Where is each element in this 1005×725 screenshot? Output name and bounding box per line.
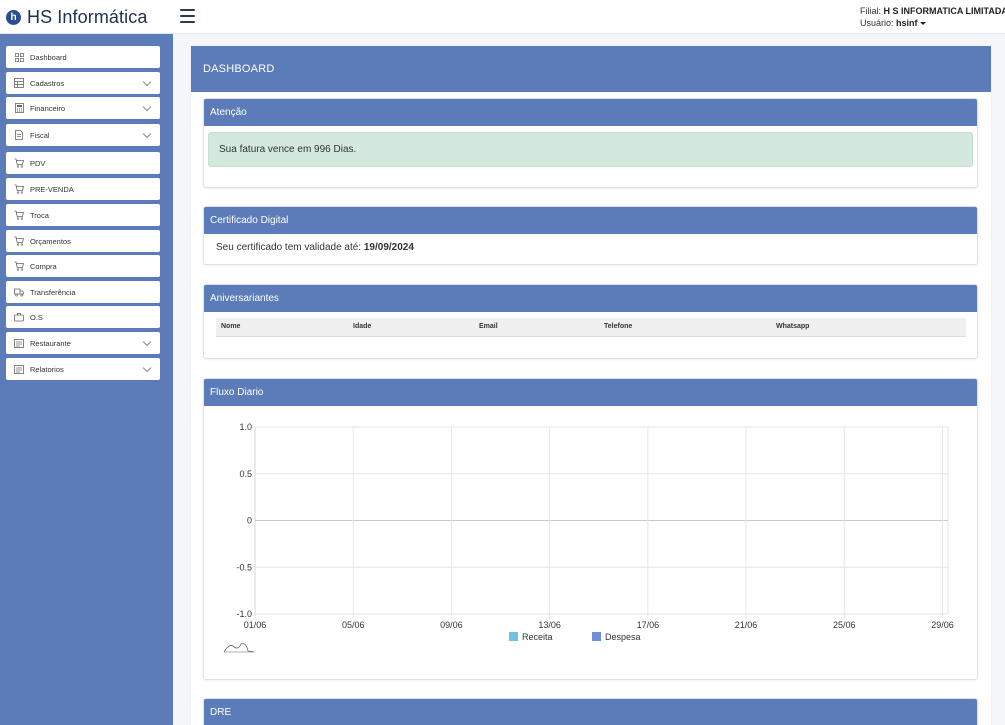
usuario-value: hsinf — [896, 18, 918, 28]
sidebar-item-relatorios[interactable]: Relatorios — [6, 358, 160, 380]
legend-label: Despesa — [605, 632, 641, 642]
dre-title: DRE — [204, 699, 977, 725]
x-tick-label: 09/06 — [440, 620, 463, 630]
x-tick-label: 13/06 — [538, 620, 561, 630]
cart-icon — [14, 184, 24, 194]
column-header-idade[interactable]: Idade — [353, 323, 371, 330]
sidebar-item-label: Restaurante — [30, 338, 71, 348]
x-tick-label: 25/06 — [833, 620, 856, 630]
x-tick-label: 21/06 — [735, 620, 758, 630]
grid-icon — [14, 52, 24, 62]
cart-icon — [14, 210, 24, 220]
aniversariantes-title: Aniversariantes — [204, 285, 977, 312]
sidebar-item-label: Troca — [30, 210, 49, 220]
sidebar-item-label: PDV — [30, 158, 46, 168]
fluxo-panel: Fluxo Diario 1.0 0.5 0 -0.5 -1.0 01/06 05/06 09… — [203, 378, 978, 680]
top-bar: h HS Informática Filial: H S INFORMATICA… — [0, 0, 1005, 34]
sidebar-item-restaurante[interactable]: Restaurante — [6, 332, 160, 354]
brand-logo-icon: h — [6, 9, 21, 25]
sidebar-item-label: Dashboard — [30, 52, 67, 62]
x-tick-label: 01/06 — [244, 620, 267, 630]
atencao-panel: Atenção Sua fatura vence em 996 Dias. — [203, 98, 978, 188]
column-header-nome[interactable]: Nome — [221, 323, 240, 330]
usuario-label: Usuário: — [860, 18, 894, 28]
cart-icon — [14, 261, 24, 271]
sidebar-item-compra[interactable]: Compra — [6, 255, 160, 277]
fluxo-chart: 1.0 0.5 0 -0.5 -1.001/06 05/06 09/06 13/06 17/06… — [223, 422, 954, 653]
brand-name: HS Informática — [27, 6, 148, 27]
legend-swatch — [592, 632, 601, 641]
chevron-down-icon — [142, 129, 152, 138]
sidebar-item-cadastros[interactable]: Cadastros — [6, 72, 160, 94]
truck-icon — [14, 287, 24, 297]
list-icon — [14, 364, 24, 374]
y-tick-label: -0.5 — [236, 562, 252, 572]
sidebar: Dashboard Cadastros Financeiro Fiscal PDV PRE… — [0, 34, 173, 725]
invoice-alert: Sua fatura vence em 996 Dias. — [208, 132, 973, 167]
certificado-text: Seu certificado tem validade até: 19/09/… — [216, 242, 414, 253]
calculator-icon — [14, 103, 24, 113]
sidebar-item-label: Compra — [30, 261, 57, 271]
brand[interactable]: h HS Informática — [6, 6, 147, 28]
atencao-title: Atenção — [204, 99, 977, 126]
sidebar-item-dashboard[interactable]: Dashboard — [6, 46, 160, 68]
chevron-down-icon — [142, 337, 152, 346]
page-title: DASHBOARD — [191, 46, 991, 92]
column-header-telefone[interactable]: Telefone — [604, 323, 632, 330]
sidebar-item-troca[interactable]: Troca — [6, 204, 160, 226]
certificado-panel: Certificado Digital Seu certificado tem … — [203, 206, 978, 265]
y-tick-label: 0 — [247, 516, 252, 526]
chevron-down-icon — [142, 102, 152, 111]
chevron-down-icon — [142, 77, 152, 86]
y-tick-label: 0.5 — [239, 469, 252, 479]
caret-down-icon — [919, 22, 926, 26]
y-tick-label: -1.0 — [236, 609, 252, 619]
sidebar-item-label: O.S — [30, 312, 43, 322]
sidebar-item-financeiro[interactable]: Financeiro — [6, 97, 160, 119]
column-header-email[interactable]: Email — [479, 323, 498, 330]
legend-label: Receita — [522, 632, 553, 642]
filial-value: H S INFORMATICA LIMITADA — [883, 6, 1005, 16]
sidebar-item-transferencia[interactable]: Transferência — [6, 281, 160, 303]
menu-toggle-icon[interactable] — [180, 9, 195, 23]
x-tick-label: 17/06 — [637, 620, 660, 630]
y-tick-label: 1.0 — [239, 422, 252, 432]
filial-label: Filial: — [860, 6, 882, 16]
aniversariantes-table-header: Nome Idade Email Telefone Whatsapp — [216, 318, 966, 337]
chevron-down-icon — [142, 363, 152, 372]
fluxo-title: Fluxo Diario — [204, 379, 977, 406]
sidebar-item-fiscal[interactable]: Fiscal — [6, 124, 160, 146]
sidebar-item-o-s[interactable]: O.S — [6, 306, 160, 328]
certificado-label: Seu certificado tem validade até: — [216, 242, 364, 253]
user-info: Filial: H S INFORMATICA LIMITADA Usuário… — [860, 5, 1005, 29]
list-icon — [14, 338, 24, 348]
sidebar-item-pre-venda[interactable]: PRE-VENDA — [6, 178, 160, 200]
aniversariantes-panel: Aniversariantes Nome Idade Email Telefon… — [203, 284, 978, 359]
dre-panel: DRE — [203, 698, 978, 725]
sidebar-item-label: Cadastros — [30, 78, 65, 88]
sidebar-item-pdv[interactable]: PDV — [6, 152, 160, 174]
legend-swatch — [509, 632, 518, 641]
cart-icon — [14, 158, 24, 168]
sidebar-item-label: Relatorios — [30, 364, 64, 374]
sidebar-item-label: Transferência — [30, 287, 76, 297]
sidebar-item-orcamentos[interactable]: Orçamentos — [6, 230, 160, 252]
certificado-title: Certificado Digital — [204, 207, 977, 234]
sidebar-item-label: Financeiro — [30, 103, 66, 113]
user-dropdown[interactable]: Usuário: hsinf — [860, 17, 1005, 29]
dashboard-card: DASHBOARD Atenção Sua fatura vence em 99… — [191, 46, 991, 725]
sidebar-item-label: Orçamentos — [30, 236, 71, 246]
sidebar-item-label: PRE-VENDA — [30, 184, 74, 194]
document-icon — [14, 130, 24, 140]
x-tick-label: 05/06 — [342, 620, 365, 630]
table-icon — [14, 78, 24, 88]
sidebar-item-label: Fiscal — [30, 130, 50, 140]
briefcase-icon — [14, 312, 24, 322]
chart-sparkline-icon — [223, 643, 255, 653]
cart-icon — [14, 236, 24, 246]
x-tick-label: 29/06 — [931, 620, 954, 630]
column-header-whatsapp[interactable]: Whatsapp — [776, 323, 809, 330]
certificado-date: 19/09/2024 — [363, 242, 414, 253]
